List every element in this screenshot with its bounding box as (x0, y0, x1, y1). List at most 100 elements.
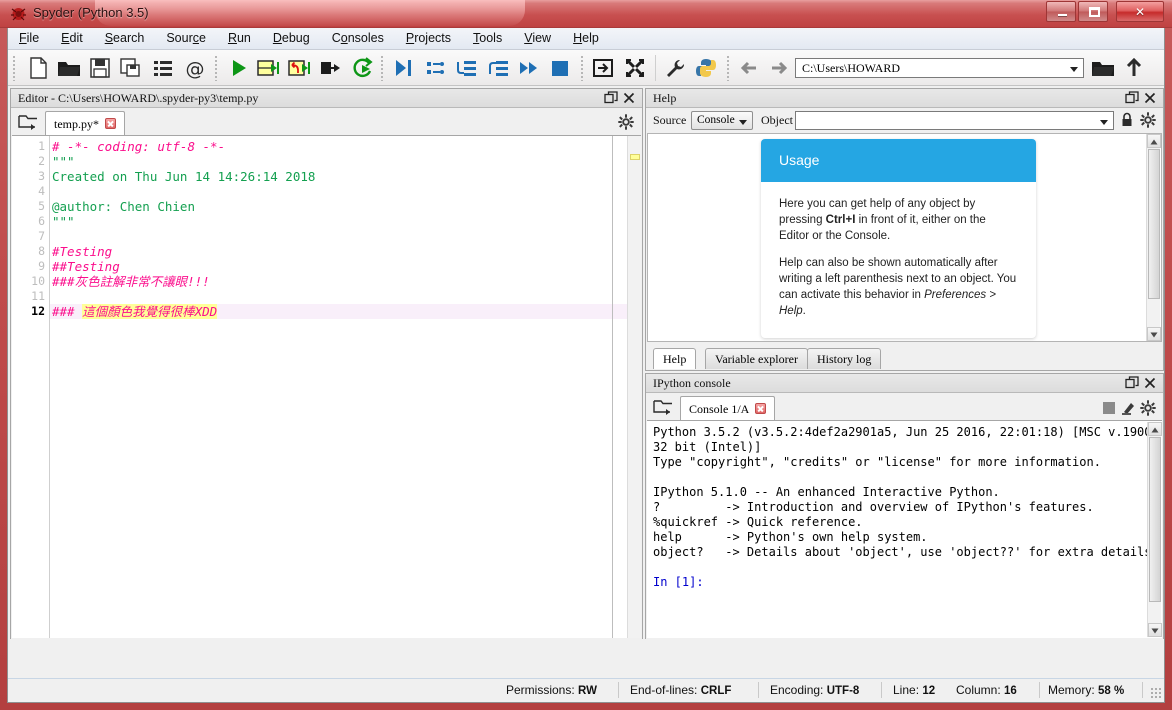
run-cell-icon[interactable] (254, 54, 282, 82)
open-file-icon[interactable] (55, 54, 83, 82)
editor-tab-temp-py[interactable]: temp.py* (45, 111, 125, 135)
tab-help[interactable]: Help (653, 348, 697, 369)
close-icon[interactable] (622, 91, 636, 105)
close-button[interactable]: ✕ (1116, 1, 1164, 22)
menu-search[interactable]: Search (94, 28, 156, 47)
console-scrollbar[interactable] (1147, 422, 1162, 637)
chevron-down-icon[interactable] (739, 120, 747, 125)
run-file-icon[interactable] (224, 54, 252, 82)
forward-arrow-icon[interactable] (765, 54, 793, 82)
undock-icon[interactable] (1125, 376, 1139, 390)
toolbar-grip-path[interactable] (726, 55, 731, 81)
help-options-gear-icon[interactable] (1140, 112, 1156, 128)
browse-tabs-icon[interactable] (17, 113, 39, 131)
step-into-icon[interactable] (452, 54, 480, 82)
tab-history-log[interactable]: History log (807, 348, 882, 369)
find-in-files-icon[interactable]: @ (181, 54, 209, 82)
step-return-icon[interactable] (484, 54, 512, 82)
menu-debug[interactable]: Debug (262, 28, 321, 47)
menu-tools[interactable]: Tools (462, 28, 513, 47)
editor-title: Editor - C:\Users\HOWARD\.spyder-py3\tem… (18, 91, 259, 105)
help-scrollbar[interactable] (1146, 134, 1161, 341)
editor-scrollbar[interactable] (627, 136, 641, 638)
editor-title-bar: Editor - C:\Users\HOWARD\.spyder-py3\tem… (11, 89, 642, 108)
status-memory-value: 58 % (1098, 685, 1125, 697)
working-directory-combo[interactable]: C:\Users\HOWARD (795, 58, 1084, 78)
editor-options-gear-icon[interactable] (618, 114, 634, 130)
help-source-select[interactable]: Console (691, 111, 753, 130)
maximize-button[interactable] (1078, 1, 1108, 22)
menu-consoles[interactable]: Consoles (321, 28, 395, 47)
continue-icon[interactable] (515, 54, 543, 82)
browse-directory-icon[interactable] (1089, 54, 1117, 82)
console-line: IPython 5.1.0 -- An enhanced Interactive… (653, 485, 1000, 499)
help-scroll-thumb[interactable] (1148, 149, 1160, 299)
editor-text-lines[interactable]: # -*- coding: utf-8 -*- """ Created on T… (52, 136, 641, 638)
lock-icon[interactable] (1120, 112, 1134, 128)
main-toolbar: @ C:\Users\HOWARD (8, 50, 1164, 86)
undock-icon[interactable] (1125, 91, 1139, 105)
window-title: Spyder (Python 3.5) (33, 5, 149, 20)
stop-icon[interactable] (1103, 402, 1115, 414)
preferences-icon[interactable] (661, 54, 689, 82)
close-tab-icon[interactable] (755, 403, 767, 414)
editor-panel: Editor - C:\Users\HOWARD\.spyder-py3\tem… (10, 88, 643, 640)
console-scroll-thumb[interactable] (1149, 437, 1161, 602)
browse-tabs-icon[interactable] (652, 398, 674, 416)
editor-code-area[interactable]: 1 2 3 4 5 6 7 8 9 10 11 12 # -*- coding:… (12, 135, 641, 638)
maximize-pane-icon[interactable] (589, 54, 617, 82)
console-options-gear-icon[interactable] (1140, 400, 1156, 416)
menu-view[interactable]: View (513, 28, 562, 47)
toolbar-grip-layout[interactable] (580, 55, 585, 81)
status-column-label: Column: (956, 683, 1001, 697)
debug-file-icon[interactable] (390, 54, 418, 82)
menu-file[interactable]: File (8, 28, 50, 47)
clear-console-icon[interactable] (1120, 400, 1136, 416)
toolbar-grip-debug[interactable] (380, 55, 385, 81)
help-object-label: Object (761, 113, 793, 127)
save-file-icon[interactable] (86, 54, 114, 82)
toolbar-grip-file[interactable] (12, 55, 17, 81)
fullscreen-icon[interactable] (621, 54, 649, 82)
menu-run[interactable]: Run (217, 28, 262, 47)
run-cell-advance-icon[interactable] (285, 54, 313, 82)
new-file-icon[interactable] (24, 54, 52, 82)
undock-icon[interactable] (604, 91, 618, 105)
back-arrow-icon[interactable] (735, 54, 763, 82)
help-object-input[interactable] (795, 111, 1114, 130)
console-tab-label: Console 1/A (689, 402, 750, 416)
menu-edit[interactable]: Edit (50, 28, 94, 47)
close-icon[interactable] (1143, 376, 1157, 390)
tab-variable-explorer[interactable]: Variable explorer (705, 348, 808, 369)
scroll-down-arrow-icon[interactable] (1147, 327, 1161, 341)
close-icon[interactable] (1143, 91, 1157, 105)
scroll-down-arrow-icon[interactable] (1148, 623, 1162, 637)
close-tab-icon[interactable] (105, 118, 116, 129)
help-content-area[interactable]: Usage Here you can get help of any objec… (647, 133, 1162, 342)
menu-projects[interactable]: Projects (395, 28, 462, 47)
menu-source[interactable]: Source (155, 28, 217, 47)
console-line: Python 3.5.2 (v3.5.2:4def2a2901a5, Jun 2… (653, 425, 1152, 439)
menu-help[interactable]: Help (562, 28, 610, 47)
save-all-icon[interactable] (117, 54, 145, 82)
status-permissions-label: Permissions: (506, 683, 575, 697)
re-run-cell-icon[interactable] (348, 54, 376, 82)
resize-grip[interactable] (1150, 687, 1162, 699)
console-tab-console-1a[interactable]: Console 1/A (680, 396, 776, 420)
minimize-button[interactable] (1046, 1, 1076, 22)
run-selection-icon[interactable] (316, 54, 344, 82)
toolbar-grip-run[interactable] (214, 55, 219, 81)
status-memory: Memory: 58 % (1048, 683, 1124, 697)
pythonpath-manager-icon[interactable] (692, 54, 720, 82)
parent-directory-icon[interactable] (1120, 54, 1148, 82)
chevron-down-icon[interactable] (1100, 120, 1108, 125)
chevron-down-icon[interactable] (1070, 67, 1078, 72)
console-output-area[interactable]: Python 3.5.2 (v3.5.2:4def2a2901a5, Jun 2… (647, 420, 1162, 638)
help-panel: Help Source Console Object Usage Here yo… (645, 88, 1164, 371)
stop-debug-icon[interactable] (546, 54, 574, 82)
code-line: """ (52, 154, 75, 169)
file-switcher-icon[interactable] (149, 54, 177, 82)
scroll-up-arrow-icon[interactable] (1148, 422, 1162, 436)
scroll-up-arrow-icon[interactable] (1147, 134, 1161, 148)
step-over-icon[interactable] (421, 54, 449, 82)
